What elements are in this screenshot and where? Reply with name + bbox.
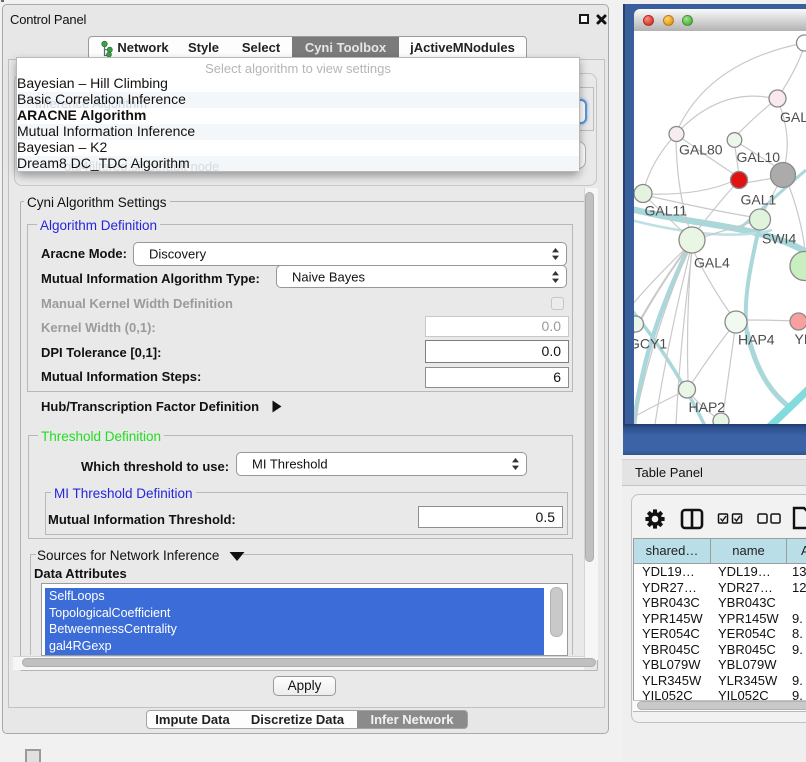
svg-text:GCY1: GCY1 bbox=[634, 336, 667, 352]
svg-text:GAL4: GAL4 bbox=[694, 255, 730, 271]
svg-text:GAL1: GAL1 bbox=[741, 192, 777, 208]
svg-text:GAL11: GAL11 bbox=[645, 203, 688, 219]
svg-text:GAL10: GAL10 bbox=[737, 149, 781, 165]
svg-text:GAL80: GAL80 bbox=[679, 142, 723, 158]
svg-text:SWI4: SWI4 bbox=[762, 231, 796, 247]
svg-text:HAP4: HAP4 bbox=[738, 332, 775, 348]
svg-text:GAL7: GAL7 bbox=[780, 109, 806, 125]
svg-text:YM: YM bbox=[795, 331, 806, 347]
svg-text:HAP2: HAP2 bbox=[689, 399, 726, 415]
